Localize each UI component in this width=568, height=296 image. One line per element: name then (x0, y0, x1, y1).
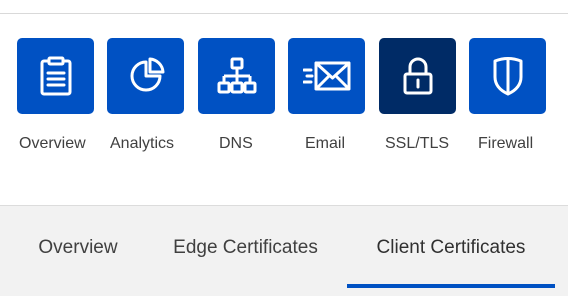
app-nav-label: Overview (19, 135, 86, 152)
tab-label: Edge Certificates (173, 237, 318, 258)
pie-chart-icon (126, 56, 166, 96)
app-nav-label: Analytics (110, 135, 175, 152)
app-nav-label: SSL/TLS (385, 135, 450, 152)
app-nav-tile-email[interactable] (288, 38, 365, 114)
shield-icon (491, 55, 525, 97)
tab-overview[interactable]: Overview (18, 206, 138, 290)
app-nav-label: Firewall (478, 135, 534, 152)
clipboard-icon (38, 56, 74, 96)
lock-icon (402, 56, 434, 96)
tab-label: Client Certificates (376, 237, 526, 258)
app-nav-tile-overview[interactable] (17, 38, 94, 114)
app-nav-tile-analytics[interactable] (107, 38, 184, 114)
app-nav-tile-ssl-tls[interactable] (379, 38, 456, 114)
active-tab-indicator (347, 284, 555, 288)
tab-edge-certificates[interactable]: Edge Certificates (156, 206, 335, 290)
app-nav-label: Email (305, 135, 346, 152)
app-nav: Overview Analytics DNS Email SSL/TLS Fir… (0, 0, 568, 205)
app-nav-tile-dns[interactable] (198, 38, 275, 114)
app-nav-label: DNS (219, 135, 253, 152)
sub-tabs-bar: Overview Edge Certificates Client Certif… (0, 205, 568, 296)
network-icon (217, 56, 257, 96)
app-nav-tile-firewall[interactable] (469, 38, 546, 114)
tab-client-certificates[interactable]: Client Certificates (347, 206, 555, 290)
envelope-icon (302, 59, 351, 93)
tab-label: Overview (38, 237, 118, 258)
app-page: Overview Analytics DNS Email SSL/TLS Fir… (0, 0, 568, 296)
